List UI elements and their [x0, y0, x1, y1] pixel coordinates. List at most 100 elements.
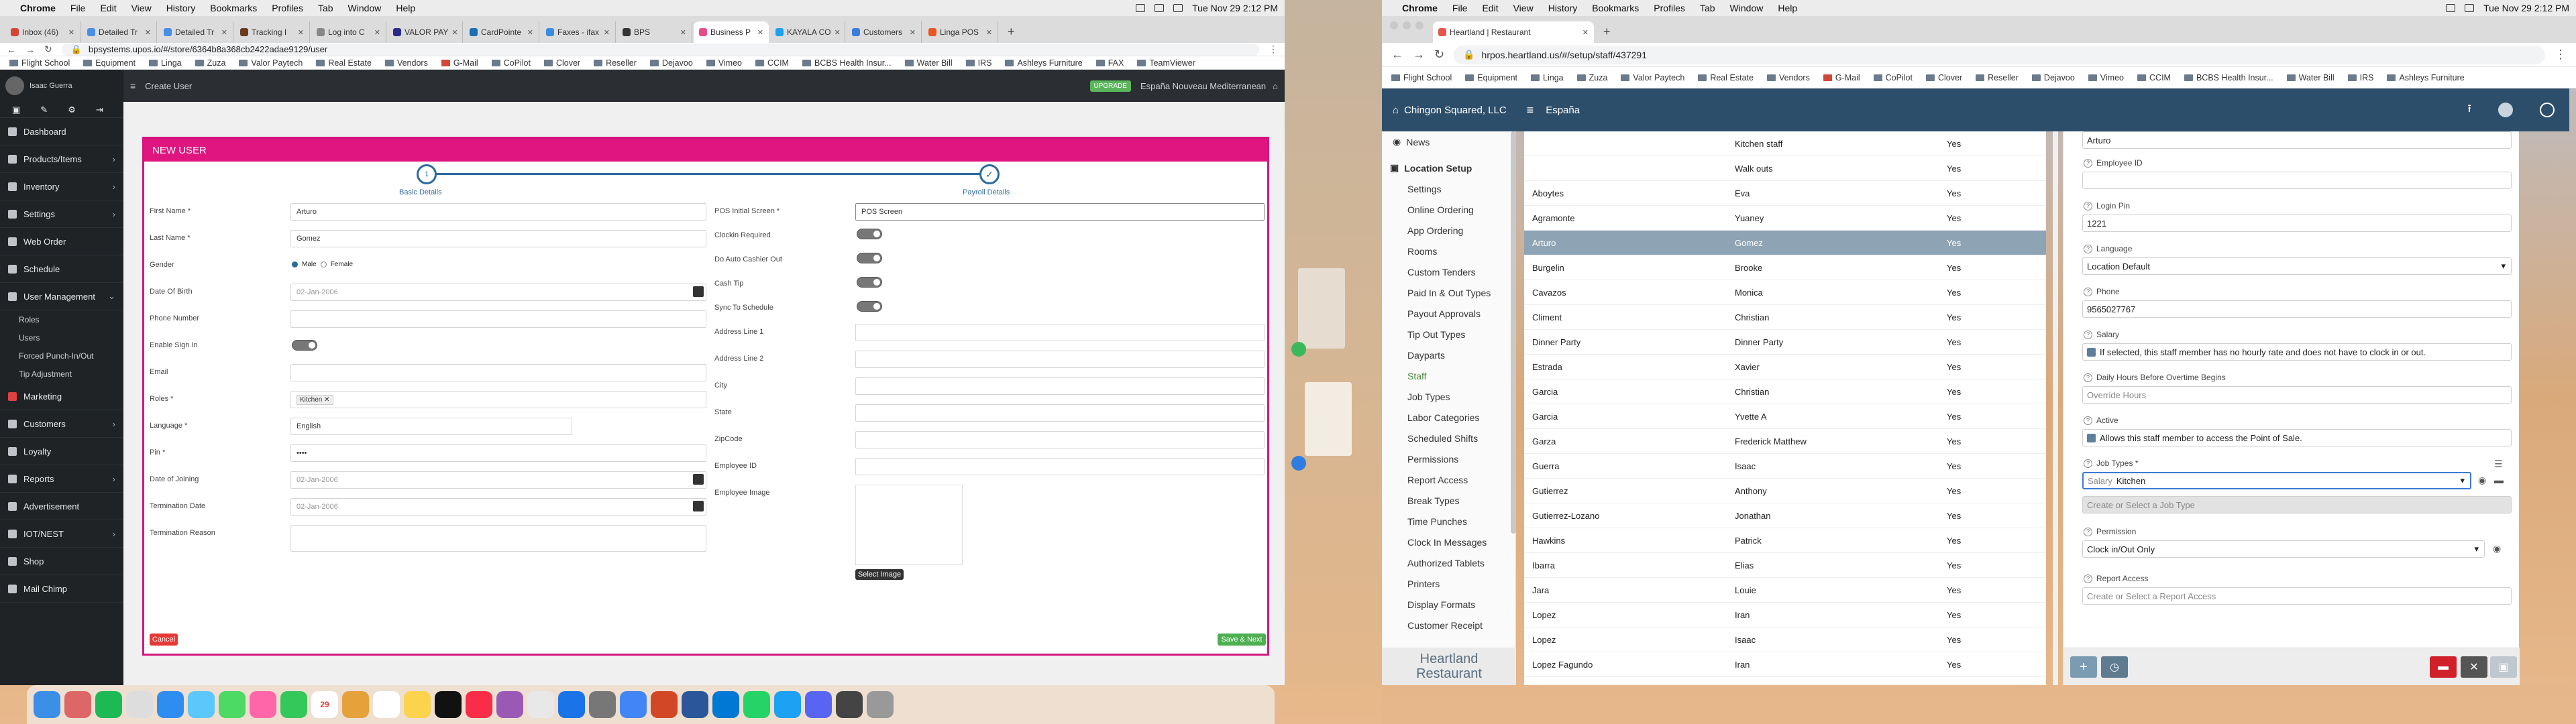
nav-news[interactable]: ◉ News: [1382, 131, 1515, 152]
staff-row[interactable]: Aboytes Eva Yes: [1524, 181, 2046, 206]
desktop-widget-icon[interactable]: [1291, 456, 1306, 471]
close-icon[interactable]: ✕: [986, 28, 992, 37]
nav-authorized-tablets[interactable]: Authorized Tablets: [1382, 552, 1515, 573]
bookmark-item[interactable]: Vimeo: [2088, 73, 2124, 82]
nav-labor-categories[interactable]: Labor Categories: [1382, 407, 1515, 428]
sidebar-item-dashboard[interactable]: Dashboard: [0, 118, 123, 145]
reminders-icon[interactable]: [373, 691, 400, 718]
close-icon[interactable]: ✕: [298, 28, 304, 37]
nav-paid-in-out[interactable]: Paid In & Out Types: [1382, 282, 1515, 303]
photos-icon[interactable]: [250, 691, 276, 718]
bookmark-item[interactable]: CCIM: [2137, 73, 2171, 82]
close-icon[interactable]: ✕: [835, 28, 841, 37]
staff-row[interactable]: Gutierrez Anthony Yes: [1524, 479, 2046, 503]
sidebar-item-products[interactable]: Products/Items ›: [0, 145, 123, 173]
news-icon[interactable]: [527, 691, 554, 718]
help-icon[interactable]: ?: [2084, 158, 2092, 168]
bookmark-item[interactable]: Real Estate: [1698, 73, 1754, 82]
eye-icon[interactable]: ◉: [2478, 475, 2486, 486]
bookmark-item[interactable]: Equipment: [1465, 73, 1517, 82]
roles-input[interactable]: Kitchen ✕: [290, 391, 706, 408]
browser-tab[interactable]: Detailed Tr ✕: [158, 21, 233, 43]
permission-select[interactable]: Clock in/Out Only ▾: [2082, 540, 2485, 558]
help-icon[interactable]: ?: [2084, 330, 2092, 339]
sidebar-item-advertisement[interactable]: Advertisement: [0, 493, 123, 520]
nav-payout-approvals[interactable]: Payout Approvals: [1382, 303, 1515, 324]
close-icon[interactable]: ✕: [1582, 28, 1589, 37]
url-field[interactable]: 🔒 hrpos.heartland.us/#/setup/staff/437291: [1454, 45, 2545, 64]
staff-row[interactable]: Kitchen staff Yes: [1524, 131, 2046, 156]
add-button[interactable]: +: [2070, 656, 2097, 678]
word-icon[interactable]: [682, 691, 708, 718]
bookmark-item[interactable]: FAX: [1095, 58, 1124, 68]
employee-id-input[interactable]: [2082, 172, 2512, 189]
nav-break-types[interactable]: Break Types: [1382, 490, 1515, 511]
address-1-input[interactable]: [855, 324, 1265, 341]
help-icon[interactable]: ?: [2084, 201, 2092, 210]
nav-printers[interactable]: Printers: [1382, 573, 1515, 594]
sidebar-item-user-management[interactable]: User Management ⌄: [0, 283, 123, 310]
bookmark-item[interactable]: Clover: [1925, 73, 1962, 82]
help-icon[interactable]: ?: [2084, 373, 2092, 382]
sidebar-item-inventory[interactable]: Inventory ›: [0, 173, 123, 200]
terminal-icon[interactable]: [836, 691, 863, 718]
active-checkbox-row[interactable]: Allows this staff member to access the P…: [2082, 429, 2512, 446]
last-name-input[interactable]: Gomez: [290, 230, 706, 247]
calendar-icon[interactable]: [693, 286, 704, 297]
outlook-icon[interactable]: [712, 691, 739, 718]
bookmark-item[interactable]: Flight School: [9, 58, 70, 68]
bookmark-item[interactable]: Real Estate: [316, 58, 372, 68]
location-name[interactable]: España: [1546, 105, 1580, 116]
sidebar-item-loyalty[interactable]: Loyalty: [0, 438, 123, 465]
staff-row[interactable]: Estrada Xavier Yes: [1524, 355, 2046, 379]
bookmark-item[interactable]: Dejavoo: [2031, 73, 2075, 82]
nav-online-ordering[interactable]: Online Ordering: [1382, 199, 1515, 220]
state-input[interactable]: [855, 404, 1265, 422]
hamburger-icon[interactable]: ≡: [1527, 103, 1534, 117]
forward-icon[interactable]: →: [1413, 48, 1425, 62]
list-scrollbar-track[interactable]: [2053, 131, 2058, 685]
browser-tab[interactable]: Log into C ✕: [311, 21, 386, 43]
calendar-icon[interactable]: [693, 474, 704, 485]
city-input[interactable]: [855, 377, 1265, 395]
chrome-icon[interactable]: [620, 691, 647, 718]
menubar-clock[interactable]: Tue Nov 29 2:12 PM: [1192, 3, 1278, 13]
browser-tab[interactable]: Faxes - ifax ✕: [541, 21, 616, 43]
termination-reason-textarea[interactable]: [290, 525, 706, 552]
step-2-check-icon[interactable]: ✓: [979, 164, 1000, 184]
nav-time-punches[interactable]: Time Punches: [1382, 511, 1515, 532]
bookmark-item[interactable]: Vendors: [1766, 73, 1810, 82]
staff-row[interactable]: Climent Christian Yes: [1524, 305, 2046, 330]
bookmark-item[interactable]: TeamViewer: [1137, 58, 1195, 68]
language-select[interactable]: English: [290, 418, 572, 435]
nav-customer-receipt[interactable]: Customer Receipt: [1382, 615, 1515, 636]
menu-tab[interactable]: Tab: [318, 3, 333, 13]
staff-row[interactable]: Lopez Fagundo Iran Yes: [1524, 652, 2046, 677]
close-icon[interactable]: ✕: [757, 28, 763, 37]
staff-row[interactable]: Lopez Isaac Yes: [1524, 627, 2046, 652]
employee-id-input[interactable]: [855, 458, 1265, 475]
zoom-window-button[interactable]: [1415, 21, 1424, 29]
salary-checkbox[interactable]: [2087, 347, 2096, 357]
menu-file[interactable]: File: [70, 3, 86, 13]
user-profile[interactable]: Isaac Guerra: [0, 70, 123, 102]
nav-settings[interactable]: Settings: [1382, 178, 1515, 199]
bookmark-item[interactable]: G-Mail: [1823, 73, 1860, 82]
wifi-icon[interactable]: [2446, 4, 2456, 12]
salary-checkbox-row[interactable]: If selected, this staff member has no ho…: [2082, 343, 2512, 361]
menu-history[interactable]: History: [166, 3, 196, 13]
nav-app-ordering[interactable]: App Ordering: [1382, 220, 1515, 241]
bookmark-item[interactable]: Zuza: [195, 58, 225, 68]
reload-icon[interactable]: ↻: [1434, 48, 1444, 62]
browser-tab[interactable]: Inbox (46) ✕: [5, 21, 80, 43]
auto-cashier-out-toggle[interactable]: [857, 253, 882, 263]
staff-row[interactable]: Cavazos Monica Yes: [1524, 280, 2046, 305]
cash-tip-toggle[interactable]: [857, 277, 882, 288]
nav-scheduled-shifts[interactable]: Scheduled Shifts: [1382, 428, 1515, 448]
music-icon[interactable]: [466, 691, 492, 718]
help-icon[interactable]: ?: [2084, 287, 2092, 296]
store-name[interactable]: España Nouveau Mediterranean: [1140, 81, 1266, 91]
settings-icon[interactable]: ⚙: [68, 105, 76, 115]
nav-display-formats[interactable]: Display Formats: [1382, 594, 1515, 615]
nav-rooms[interactable]: Rooms: [1382, 241, 1515, 261]
